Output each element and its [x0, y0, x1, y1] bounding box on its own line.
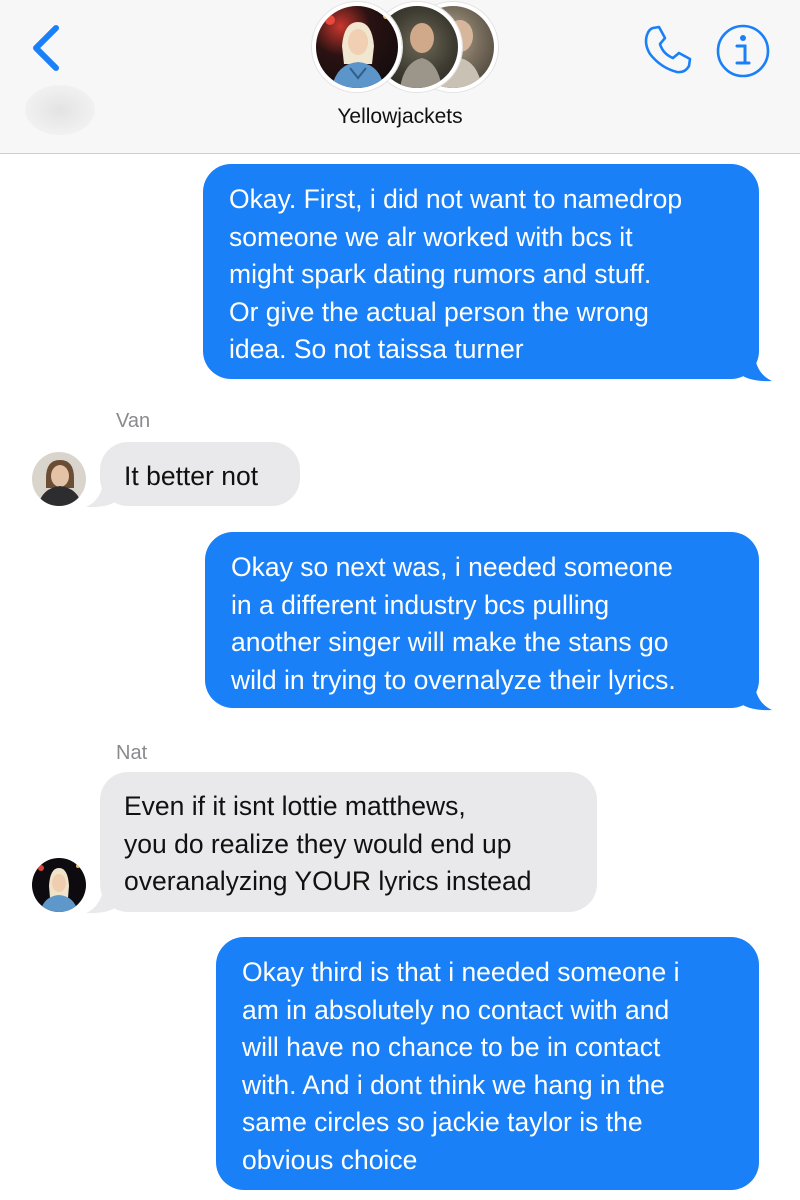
message-text-line: obvious choice	[242, 1144, 418, 1175]
van-avatar[interactable]	[32, 452, 86, 506]
message-text-line: might spark dating rumors and stuff.	[229, 259, 652, 289]
info-button[interactable]	[714, 22, 772, 80]
message-text-line: someone we alr worked with bcs it	[229, 221, 633, 252]
back-button[interactable]	[24, 20, 70, 76]
bubble-tail	[738, 681, 772, 711]
bubble-tail	[738, 352, 772, 382]
conversation-header: Yellowjackets	[0, 0, 800, 154]
message-text-line: Okay third is that i needed someone i	[242, 957, 680, 987]
message-text-line: Even if it isnt lottie matthews,	[124, 791, 466, 821]
incoming-message[interactable]: Even if it isnt lottie matthews, you do …	[100, 772, 597, 912]
message-text-line: in a different industry bcs pulling	[231, 589, 610, 620]
sender-name: Van	[116, 410, 151, 432]
message-text-line: Or give the actual person the wrong	[229, 296, 649, 327]
outgoing-message[interactable]: Okay. First, i did not want to namedrop …	[203, 164, 759, 379]
group-avatar-1	[312, 2, 402, 92]
group-avatars[interactable]	[312, 2, 498, 92]
message-text-line: with. And i dont think we hang in the	[242, 1069, 665, 1100]
bubble-tail	[86, 884, 120, 914]
message-text-line: idea. So not taissa turner	[229, 334, 524, 364]
phone-icon	[644, 25, 692, 74]
message-text-line: It better not	[124, 461, 259, 491]
message-text-line: overanalyzing YOUR lyrics instead	[124, 866, 532, 896]
message-text-line: same circles so jackie taylor is the	[242, 1107, 643, 1137]
message-text-line: Okay so next was, i needed someone	[231, 552, 673, 582]
chat-title[interactable]: Yellowjackets	[0, 105, 800, 129]
outgoing-message[interactable]: Okay so next was, i needed someone in a …	[205, 532, 759, 708]
message-text-line: another singer will make the stans go	[231, 627, 669, 657]
message-text-line: you do realize they would end up	[124, 828, 512, 859]
nat-avatar[interactable]	[32, 858, 86, 912]
chevron-left-icon	[33, 25, 59, 71]
bubble-tail	[86, 478, 120, 508]
info-icon	[716, 24, 770, 78]
outgoing-message[interactable]: Okay third is that i needed someone i am…	[216, 937, 759, 1190]
sender-name: Nat	[116, 742, 148, 764]
call-button[interactable]	[639, 22, 695, 78]
message-text-line: wild in trying to overnalyze their lyric…	[231, 664, 676, 695]
message-text-line: Okay. First, i did not want to namedrop	[229, 184, 683, 214]
incoming-message[interactable]: It better not	[100, 442, 300, 506]
imessage-screen: Yellowjackets Okay. First, i did not wan…	[0, 0, 800, 1200]
message-text-line: am in absolutely no contact with and	[242, 994, 670, 1025]
message-text-line: will have no chance to be in contact	[242, 1032, 661, 1062]
